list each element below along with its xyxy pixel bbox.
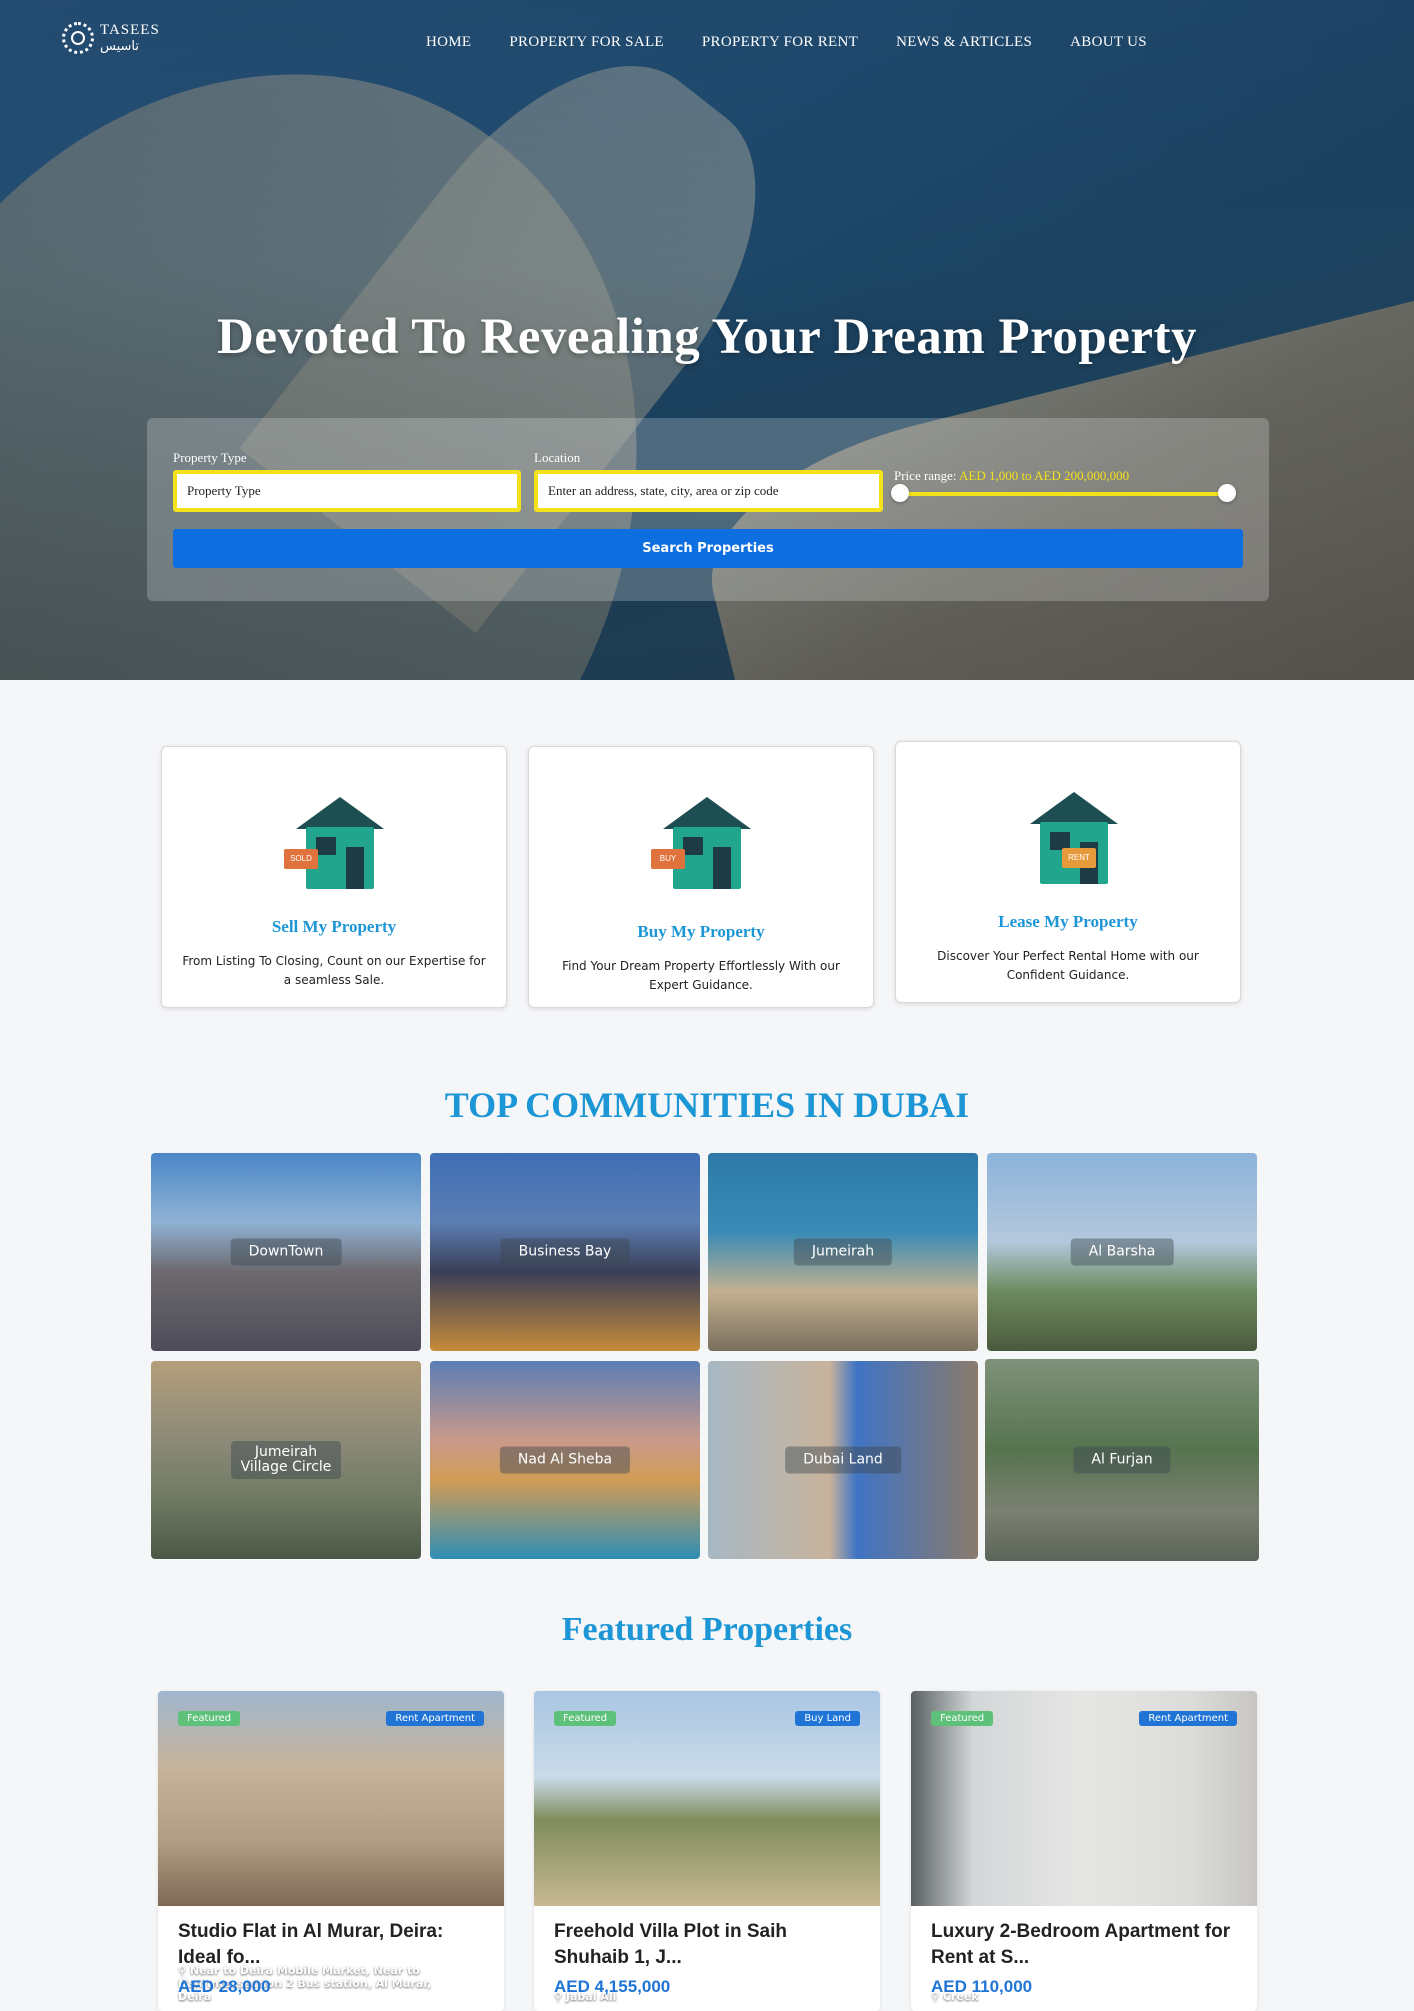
featured-badge: Featured — [178, 1711, 241, 1726]
brand-name-ar: تاسيس — [100, 39, 139, 54]
house-sold-icon: SOLD — [284, 797, 384, 897]
nav-property-for-rent[interactable]: PROPERTY FOR RENT — [702, 34, 858, 51]
property-type-select[interactable]: Property Type — [173, 470, 521, 512]
service-title: Buy My Property — [637, 922, 765, 941]
price-range-label: Price range: AED 1,000 to AED 200,000,00… — [894, 468, 1130, 483]
price-min-handle[interactable] — [891, 484, 909, 502]
property-price: AED 28,000 — [178, 1977, 271, 1996]
brand-name-en: TASEES — [100, 22, 160, 38]
house-buy-icon: BUY — [651, 797, 751, 897]
photo-count: ◙ 3 — [461, 1990, 484, 2003]
property-title[interactable]: Luxury 2-Bedroom Apartment for Rent at S… — [931, 1919, 1237, 1971]
brand-logo[interactable]: TASEES تاسيس — [62, 22, 160, 54]
price-max-handle[interactable] — [1218, 484, 1236, 502]
communities-title: TOP COMMUNITIES IN DUBAI — [444, 1085, 970, 1125]
property-type-label: Property Type — [173, 450, 247, 465]
community-downtown[interactable]: DownTown — [151, 1153, 421, 1351]
services-section: SOLD Sell My Property From Listing To Cl… — [0, 740, 1414, 1010]
property-type-badge: Buy Land — [795, 1711, 860, 1726]
photo-count: ◙ 10 — [1207, 1990, 1237, 2003]
property-title[interactable]: Studio Flat in Al Murar, Deira: Ideal fo… — [178, 1919, 484, 1971]
service-description: From Listing To Closing, Count on our Ex… — [182, 954, 486, 987]
community-jumeirah[interactable]: Jumeirah — [708, 1153, 978, 1351]
property-type-badge: Rent Apartment — [1139, 1711, 1237, 1726]
property-search-form: Property Type Property Type Location Ent… — [147, 418, 1269, 601]
property-card[interactable]: Featured Buy Land ⚲ Jabal Ali ◙ 9 Freeho… — [534, 1691, 880, 2011]
community-al-barsha[interactable]: Al Barsha — [987, 1153, 1257, 1351]
camera-icon: ◙ — [837, 1990, 853, 2003]
featured-badge: Featured — [554, 1711, 617, 1726]
nav-home[interactable]: HOME — [426, 34, 471, 51]
community-jumeirah-village-circle[interactable]: Jumeirah Village Circle — [151, 1361, 421, 1559]
featured-title: Featured Properties — [561, 1611, 853, 1648]
location-input[interactable]: Enter an address, state, city, area or z… — [534, 470, 883, 512]
service-card-lease[interactable]: RENT Lease My Property Discover Your Per… — [895, 741, 1241, 1003]
camera-icon: ◙ — [461, 1990, 477, 2003]
house-rent-icon: RENT — [1018, 792, 1118, 892]
price-range-slider[interactable] — [899, 492, 1227, 496]
community-nad-al-sheba[interactable]: Nad Al Sheba — [430, 1361, 700, 1559]
property-card[interactable]: Featured Rent Apartment ⚲ Creek ◙ 10 Lux… — [911, 1691, 1257, 2011]
property-price: AED 4,155,000 — [554, 1977, 671, 1996]
logo-icon — [62, 22, 94, 54]
location-label: Location — [534, 450, 581, 465]
service-card-sell[interactable]: SOLD Sell My Property From Listing To Cl… — [161, 746, 507, 1008]
hero-section: TASEES تاسيس HOME PROPERTY FOR SALE PROP… — [0, 0, 1414, 680]
nav-about-us[interactable]: ABOUT US — [1070, 34, 1147, 51]
hero-title: Devoted To Revealing Your Dream Property — [217, 309, 1197, 365]
property-title[interactable]: Freehold Villa Plot in Saih Shuhaib 1, J… — [554, 1919, 860, 1971]
service-card-buy[interactable]: BUY Buy My Property Find Your Dream Prop… — [528, 746, 874, 1008]
main-menu: HOME PROPERTY FOR SALE PROPERTY FOR RENT… — [426, 34, 1147, 51]
search-properties-button[interactable]: Search Properties — [173, 529, 1243, 568]
property-card[interactable]: Featured Rent Apartment ⚲ Near to Deira … — [158, 1691, 504, 2011]
camera-icon: ◙ — [1207, 1990, 1222, 2003]
property-price: AED 110,000 — [931, 1977, 1033, 1996]
service-description: Discover Your Perfect Rental Home with o… — [937, 949, 1199, 982]
top-navigation: TASEES تاسيس HOME PROPERTY FOR SALE PROP… — [0, 0, 1414, 86]
community-dubai-land[interactable]: Dubai Land — [708, 1361, 978, 1559]
community-business-bay[interactable]: Business Bay — [430, 1153, 700, 1351]
nav-news-articles[interactable]: NEWS & ARTICLES — [896, 34, 1032, 51]
community-al-furjan[interactable]: Al Furjan — [985, 1359, 1259, 1561]
photo-count: ◙ 9 — [837, 1990, 860, 2003]
property-type-badge: Rent Apartment — [386, 1711, 484, 1726]
price-range-value: AED 1,000 to AED 200,000,000 — [959, 468, 1130, 483]
service-title: Lease My Property — [998, 912, 1138, 931]
service-title: Sell My Property — [271, 917, 397, 936]
service-description: Find Your Dream Property Effortlessly Wi… — [562, 959, 840, 992]
featured-badge: Featured — [931, 1711, 994, 1726]
nav-property-for-sale[interactable]: PROPERTY FOR SALE — [509, 34, 664, 51]
